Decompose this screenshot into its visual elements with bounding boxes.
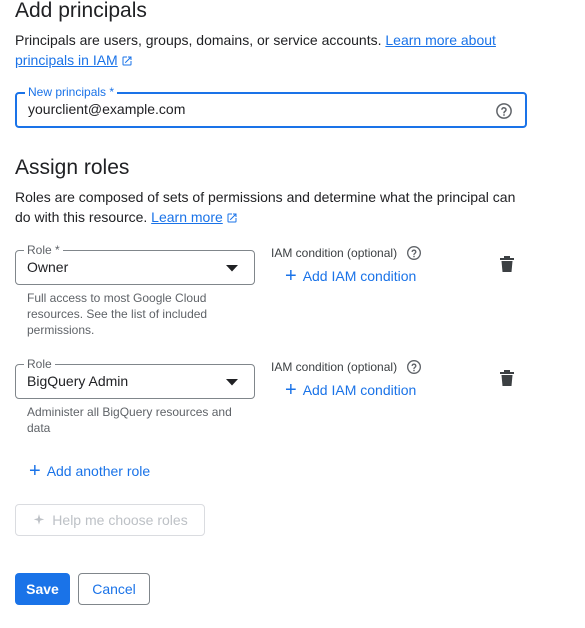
save-button[interactable]: Save [15,573,70,605]
add-iam-condition-button[interactable]: + Add IAM condition [285,379,416,401]
delete-icon[interactable] [500,370,514,386]
role-help-text: Full access to most Google Cloud resource… [27,291,208,337]
role-value: Owner [27,259,69,275]
external-link-icon [227,213,237,223]
principals-description-text: Principals are users, groups, domains, o… [15,32,386,48]
add-iam-condition-button[interactable]: + Add IAM condition [285,265,416,287]
new-principals-input[interactable]: yourclient@example.com [28,101,185,117]
new-principals-label: New principals * [25,85,118,99]
help-icon[interactable] [406,245,422,261]
role-select-bigquery-admin[interactable]: Role BigQuery Admin [15,357,255,399]
iam-condition-label: IAM condition (optional) [271,359,422,375]
help-icon[interactable] [495,102,513,120]
iam-condition-label: IAM condition (optional) [271,245,422,261]
dropdown-arrow-icon [226,379,238,386]
assign-roles-title: Assign roles [15,156,130,179]
role-select-owner[interactable]: Role * Owner [15,243,255,285]
plus-icon: + [285,265,297,287]
roles-description: Roles are composed of sets of permission… [15,189,516,225]
cancel-button[interactable]: Cancel [78,573,150,605]
role-help-text: Administer all BigQuery resources and dat… [27,405,232,435]
add-another-role-button[interactable]: + Add another role [29,460,150,482]
delete-icon[interactable] [500,256,514,272]
role-label: Role * [24,243,63,257]
help-icon[interactable] [406,359,422,375]
external-link-icon [122,56,132,66]
plus-icon: + [285,379,297,401]
principals-description: Principals are users, groups, domains, o… [15,30,535,70]
dropdown-arrow-icon [226,265,238,272]
new-principals-field[interactable]: New principals * yourclient@example.com [15,85,527,128]
learn-more-roles-link[interactable]: Learn more [151,209,238,225]
sparkle-icon [34,514,45,525]
role-label: Role [24,357,55,371]
role-value: BigQuery Admin [27,373,129,389]
add-principals-title: Add principals [15,0,147,22]
plus-icon: + [29,460,41,482]
help-me-choose-roles-button[interactable]: Help me choose roles [15,504,205,536]
